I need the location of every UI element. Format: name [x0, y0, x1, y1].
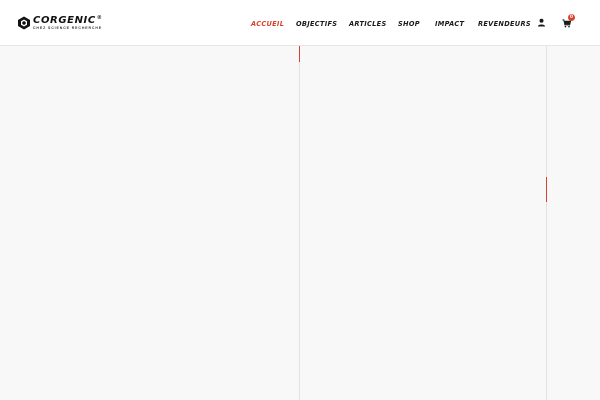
- brand-name: CORGENIC®: [33, 14, 103, 26]
- grid-divider-center: [299, 46, 300, 400]
- accent-line-right: [546, 177, 547, 202]
- cart-button[interactable]: 0: [562, 14, 576, 29]
- nav-item-objectifs[interactable]: OBJECTIFS: [296, 20, 337, 28]
- nav-item-shop[interactable]: SHOP: [398, 20, 420, 28]
- nav-item-revendeurs[interactable]: REVENDEURS: [478, 20, 531, 28]
- registered-mark: ®: [96, 14, 103, 21]
- brand-text: CORGENIC® CHEZ SCIENCE RECHERCHE: [33, 14, 103, 31]
- hexagon-logo-icon: [18, 16, 30, 30]
- nav-item-articles[interactable]: ARTICLES: [349, 20, 387, 28]
- user-icon[interactable]: [537, 18, 546, 27]
- brand-tagline: CHEZ SCIENCE RECHERCHE: [33, 25, 102, 30]
- site-header: CORGENIC® CHEZ SCIENCE RECHERCHE ACCUEIL…: [0, 0, 600, 46]
- nav-item-accueil[interactable]: ACCUEIL: [251, 20, 284, 28]
- grid-divider-right: [546, 46, 547, 400]
- cart-count-badge: 0: [568, 14, 575, 21]
- page: CORGENIC® CHEZ SCIENCE RECHERCHE ACCUEIL…: [0, 0, 600, 400]
- accent-line-center: [299, 46, 300, 62]
- nav-item-impact[interactable]: IMPACT: [435, 20, 464, 28]
- brand-logo[interactable]: CORGENIC® CHEZ SCIENCE RECHERCHE: [17, 15, 102, 31]
